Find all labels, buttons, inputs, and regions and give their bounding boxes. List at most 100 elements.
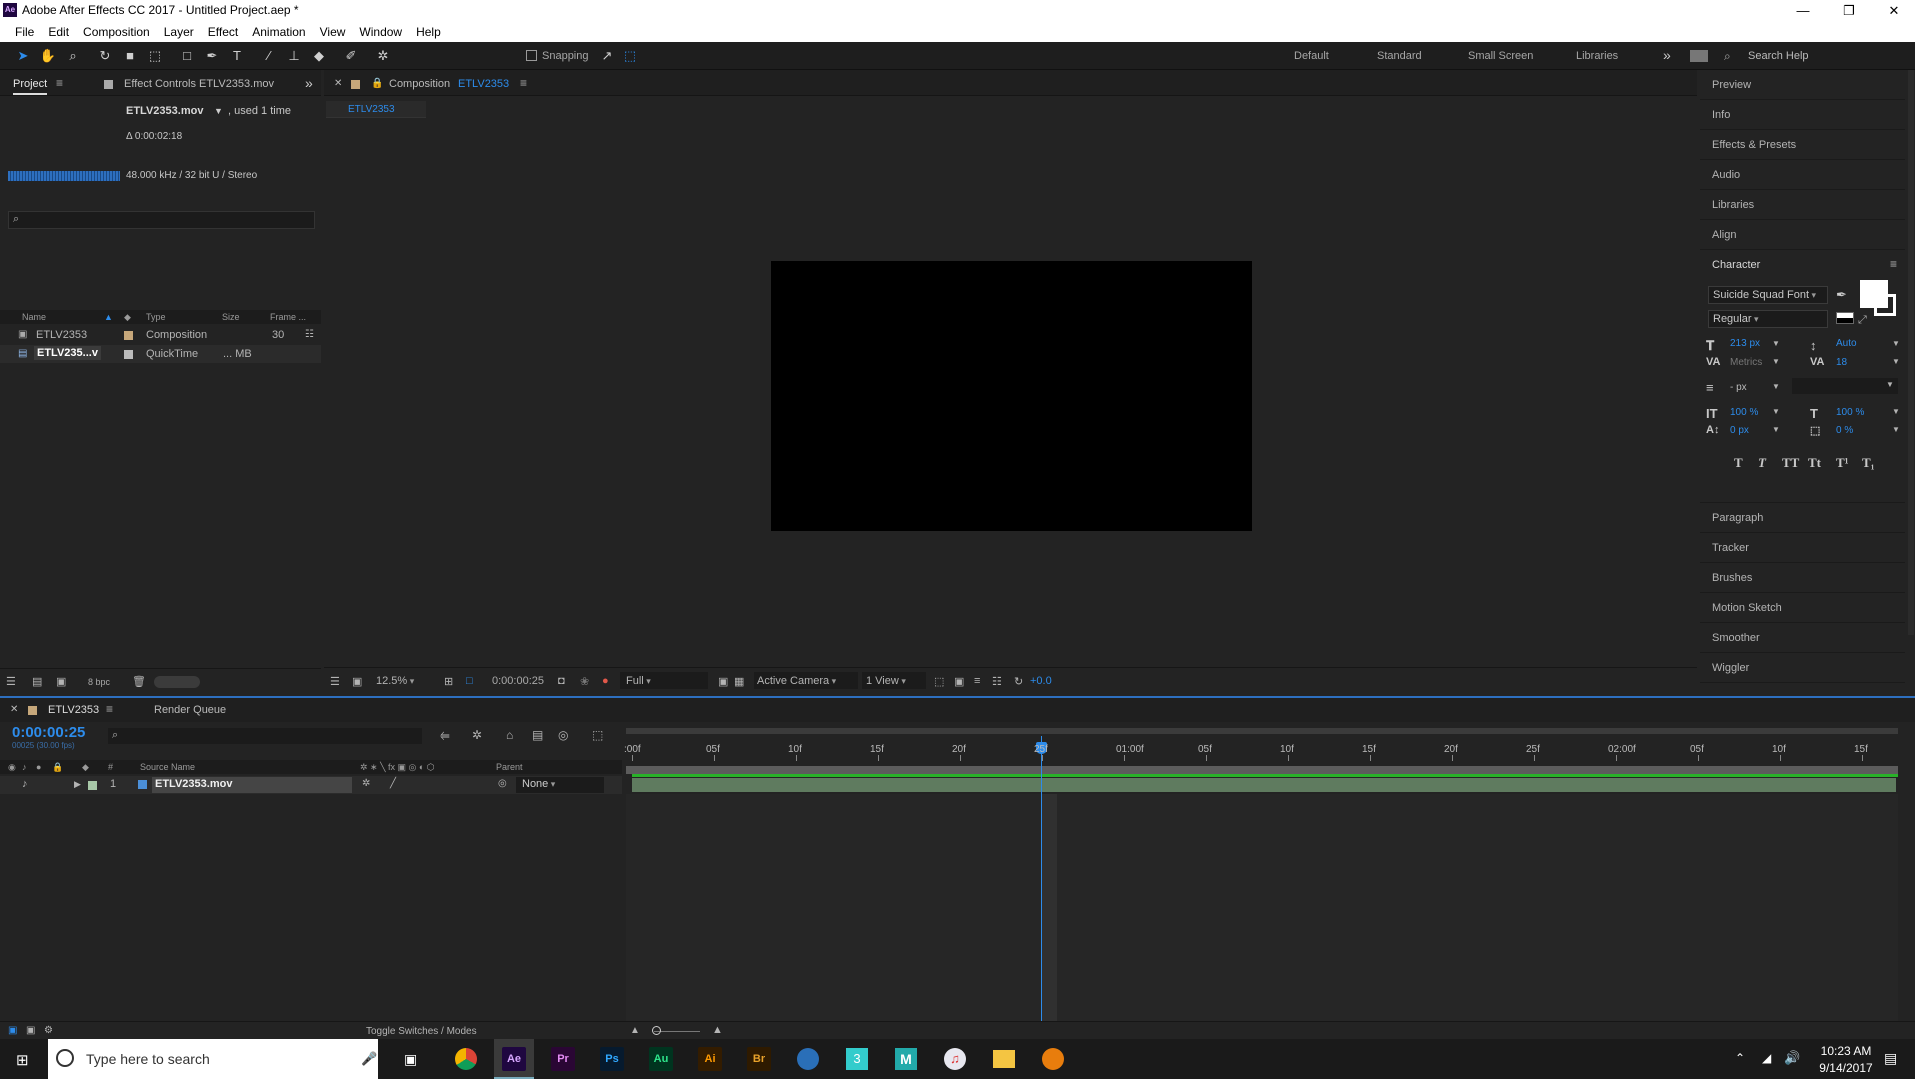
panel-align[interactable]: Align <box>1700 220 1905 250</box>
panel-info[interactable]: Info <box>1700 100 1905 130</box>
tab-effect-controls[interactable]: Effect Controls ETLV2353.mov <box>124 78 274 90</box>
draft-3d-icon[interactable]: ✲ <box>472 728 482 742</box>
zoom-in-icon[interactable]: ▲ <box>712 1024 723 1036</box>
audio-on-icon[interactable]: ♪ <box>22 778 28 790</box>
comp-panel-menu-icon[interactable]: ≡ <box>520 76 527 90</box>
panel-audio[interactable]: Audio <box>1700 160 1905 190</box>
small-caps-button[interactable]: Tt <box>1808 455 1821 471</box>
timeline-current-time[interactable]: 0:00:00:25 <box>12 724 85 741</box>
timeline-tab-comp[interactable]: ETLV2353 <box>48 704 99 716</box>
leading-dropdown-icon[interactable]: ▼ <box>1892 339 1900 348</box>
reset-exposure-icon[interactable]: ↻ <box>1014 675 1023 688</box>
comp-tab-name[interactable]: ETLV2353 <box>458 78 509 90</box>
chrome-icon[interactable] <box>455 1048 477 1070</box>
pan-behind-tool-icon[interactable]: ⬚ <box>146 47 164 65</box>
tsume-dropdown-icon[interactable]: ▼ <box>1892 425 1900 434</box>
lock-toggle-icon[interactable]: 🔒 <box>52 762 63 773</box>
hand-tool-icon[interactable]: ✋ <box>39 47 57 65</box>
panel-expand-icon[interactable]: » <box>305 75 313 91</box>
menu-view[interactable]: View <box>313 21 353 42</box>
brush-tool-icon[interactable]: ⁄ <box>260 47 278 65</box>
horizontal-scale-dropdown-icon[interactable]: ▼ <box>1892 407 1900 416</box>
type-tool-icon[interactable]: T <box>228 47 246 65</box>
zoom-out-icon[interactable]: ▲ <box>630 1025 640 1036</box>
character-menu-icon[interactable]: ≡ <box>1890 257 1897 271</box>
workspace-default[interactable]: Default <box>1294 50 1329 62</box>
tab-project[interactable]: Project <box>13 78 48 95</box>
task-view-icon[interactable]: ▣ <box>404 1051 417 1068</box>
workspace-small-screen[interactable]: Small Screen <box>1468 50 1533 62</box>
pen-tool-icon[interactable]: ✒ <box>203 47 221 65</box>
zoom-slider-handle[interactable] <box>652 1026 661 1035</box>
region-of-interest-icon[interactable]: ▣ <box>718 675 728 688</box>
kerning-dropdown-icon[interactable]: ▼ <box>1772 357 1780 366</box>
faux-italic-button[interactable]: T <box>1758 455 1766 471</box>
close-tab-icon[interactable]: ✕ <box>10 704 18 715</box>
collapse-switch-icon[interactable]: ✲ <box>362 778 370 789</box>
layer-label-swatch[interactable] <box>88 781 97 790</box>
baseline-shift-value[interactable]: 0 px <box>1730 425 1749 436</box>
font-size-value[interactable]: 213 px <box>1730 338 1760 349</box>
tray-chevron-icon[interactable]: ⌃ <box>1735 1051 1745 1065</box>
itunes-icon[interactable]: ♫ <box>944 1048 966 1070</box>
eyedropper-icon[interactable]: ✒ <box>1836 287 1847 303</box>
restore-button[interactable]: ❐ <box>1829 2 1869 20</box>
camera-tool-icon[interactable]: ■ <box>121 47 139 65</box>
microphone-icon[interactable]: 🎤 <box>361 1051 377 1067</box>
col-type[interactable]: Type <box>146 312 166 322</box>
new-folder-icon[interactable]: ▤ <box>32 675 42 688</box>
channel-icon[interactable]: ● <box>602 675 609 687</box>
snapping-checkbox[interactable] <box>526 50 537 61</box>
right-panel-scrollbar[interactable] <box>1908 70 1914 635</box>
motion-blur-icon[interactable]: ◎ <box>558 728 568 742</box>
snapshot-icon[interactable]: ◘ <box>558 675 565 687</box>
delete-icon[interactable]: 🗑 <box>132 675 146 688</box>
menu-file[interactable]: File <box>8 21 41 42</box>
file-explorer-icon[interactable] <box>993 1050 1015 1068</box>
mask-visibility-icon[interactable]: □ <box>466 675 473 687</box>
blender-icon[interactable] <box>1042 1048 1064 1070</box>
menu-layer[interactable]: Layer <box>157 21 201 42</box>
panel-motion-sketch[interactable]: Motion Sketch <box>1700 593 1905 623</box>
current-time-indicator[interactable] <box>1041 736 1042 1022</box>
premiere-taskbar-icon[interactable]: Pr <box>551 1047 575 1071</box>
interpret-footage-icon[interactable]: ☰ <box>6 675 16 688</box>
puppet-tool-icon[interactable]: ✲ <box>374 47 392 65</box>
timeline-track-area[interactable] <box>626 794 1898 1022</box>
all-caps-button[interactable]: TT <box>1782 455 1799 471</box>
vertical-scale-dropdown-icon[interactable]: ▼ <box>1772 407 1780 416</box>
close-tab-icon[interactable]: ✕ <box>334 78 342 89</box>
app-3-icon[interactable]: 3 <box>846 1048 868 1070</box>
col-source-name[interactable]: Source Name <box>140 762 195 772</box>
workspace-more-icon[interactable]: » <box>1663 47 1671 63</box>
illustrator-taskbar-icon[interactable]: Ai <box>698 1047 722 1071</box>
expand-layer-icon[interactable]: ▶ <box>74 779 81 790</box>
new-composition-icon[interactable]: ▣ <box>56 675 66 688</box>
lock-icon[interactable]: 🔒 <box>371 78 383 89</box>
exposure-value[interactable]: +0.0 <box>1030 675 1052 687</box>
graph-editor-icon[interactable]: ⬚ <box>592 728 603 742</box>
panel-paragraph[interactable]: Paragraph <box>1700 503 1905 533</box>
project-item-comp[interactable]: ▣ ETLV2353 Composition 30 ☷ <box>0 326 321 344</box>
audio-toggle-icon[interactable]: ♪ <box>22 762 27 772</box>
baseline-shift-dropdown-icon[interactable]: ▼ <box>1772 425 1780 434</box>
col-frame[interactable]: Frame ... <box>270 312 306 322</box>
timeline-search-input[interactable]: ⌕ <box>108 728 422 744</box>
menu-animation[interactable]: Animation <box>245 21 312 42</box>
rotation-tool-icon[interactable]: ↻ <box>96 47 114 65</box>
tsume-value[interactable]: 0 % <box>1836 425 1853 436</box>
project-panel-menu-icon[interactable]: ≡ <box>56 76 63 90</box>
swap-colors-icon[interactable]: ⤢ <box>1858 314 1867 327</box>
pick-whip-icon[interactable]: ◎ <box>498 778 507 789</box>
panel-brushes[interactable]: Brushes <box>1700 563 1905 593</box>
rectangle-tool-icon[interactable]: □ <box>178 47 196 65</box>
composition-canvas[interactable] <box>771 261 1252 531</box>
panel-libraries[interactable]: Libraries <box>1700 190 1905 220</box>
timeline-menu-icon[interactable]: ≡ <box>106 702 113 716</box>
tab-render-queue[interactable]: Render Queue <box>154 704 226 716</box>
workspace-menu-icon[interactable] <box>1690 50 1708 62</box>
roto-brush-tool-icon[interactable]: ✐ <box>342 47 360 65</box>
font-style-dropdown[interactable]: Regular <box>1708 310 1828 328</box>
video-toggle-icon[interactable]: ◉ <box>8 762 16 773</box>
frame-blending-icon[interactable]: ▤ <box>532 728 543 742</box>
